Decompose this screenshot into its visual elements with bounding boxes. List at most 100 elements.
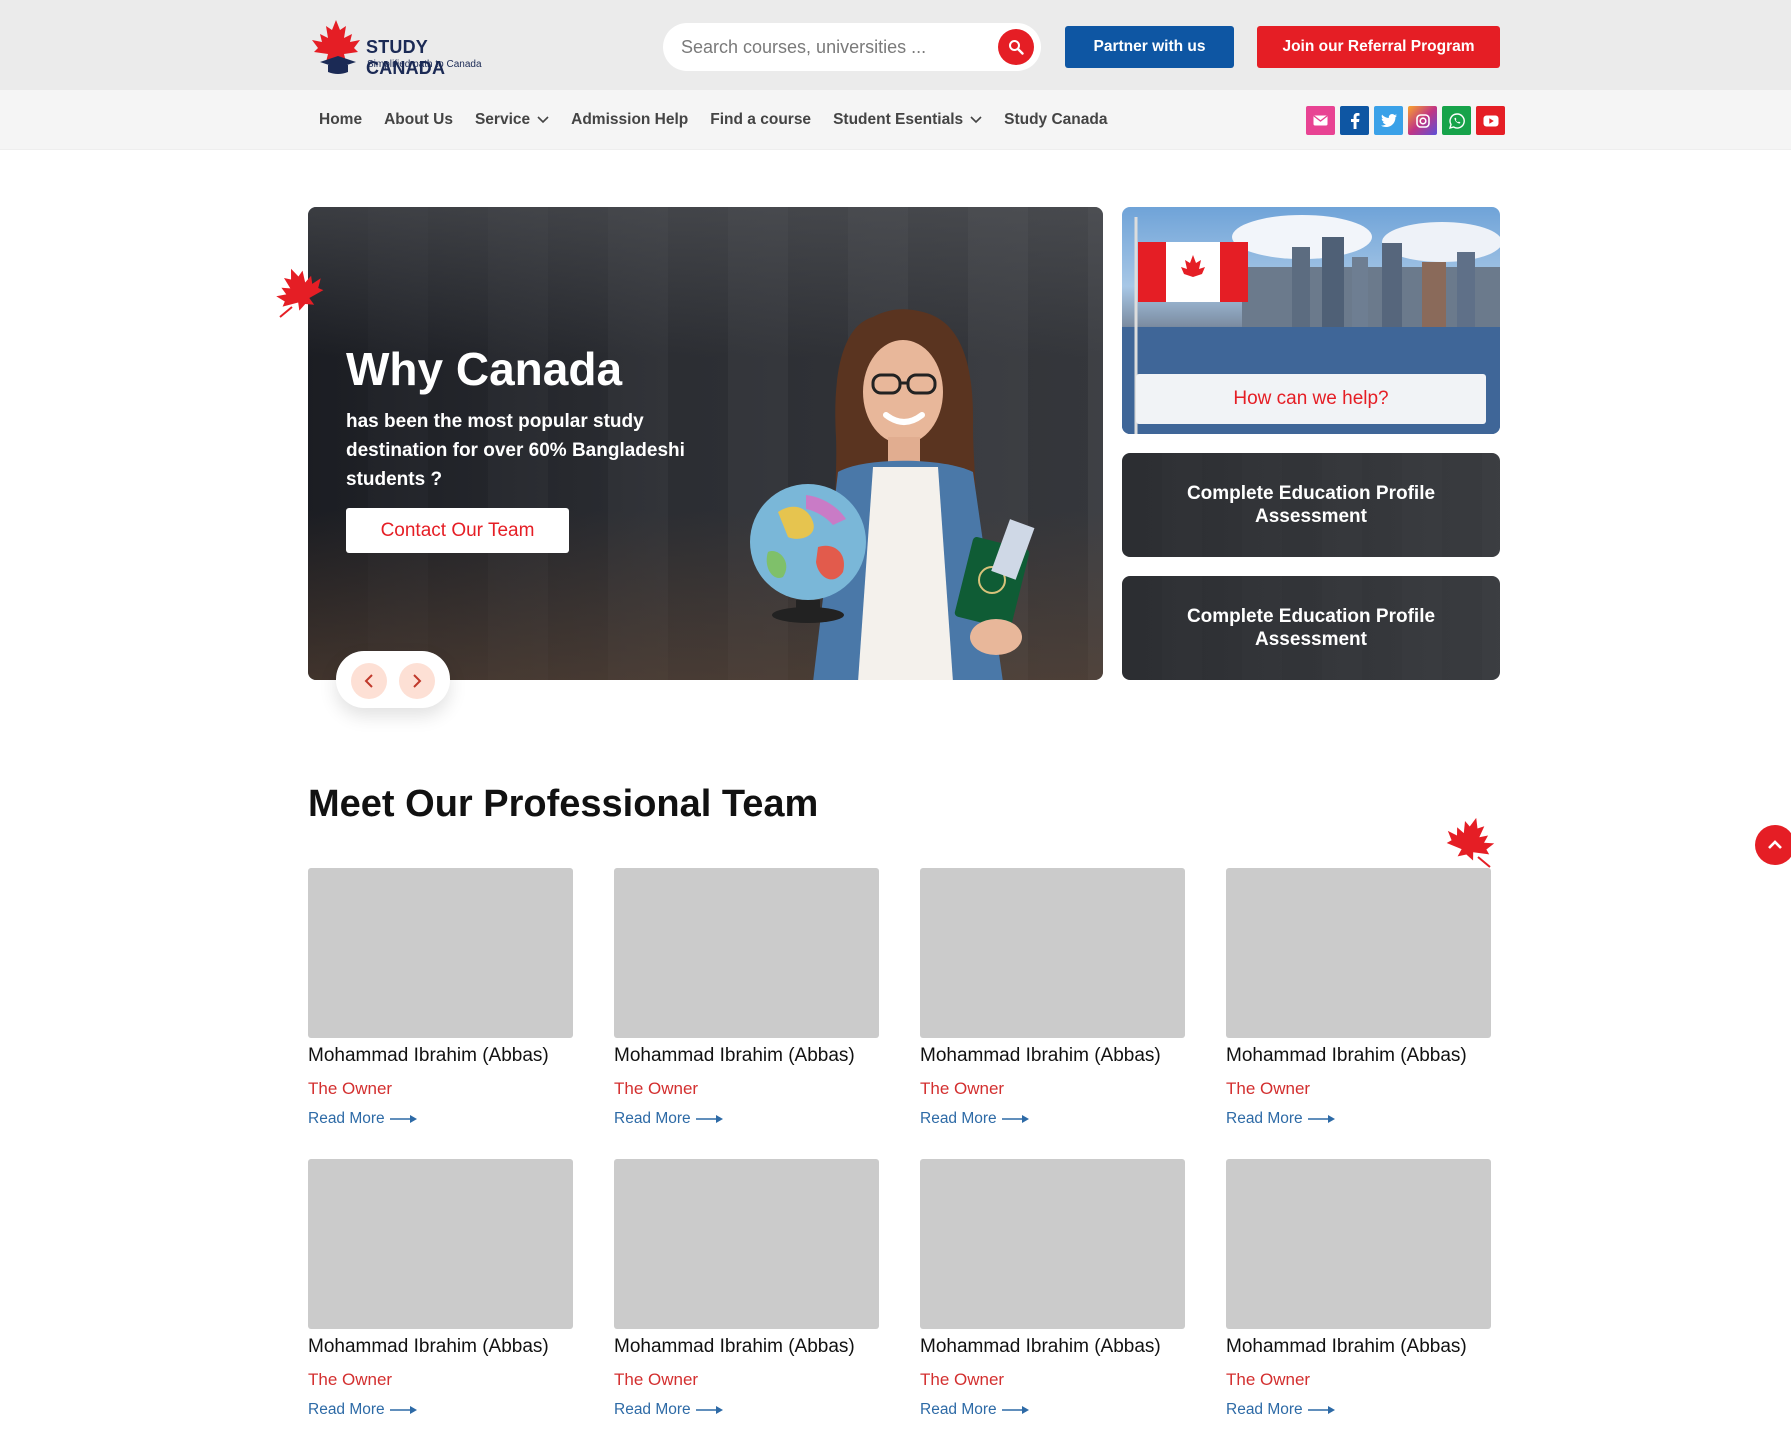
slider-controls bbox=[336, 651, 450, 708]
profile-assessment-card[interactable]: Complete Education Profile Assessment bbox=[1122, 576, 1500, 680]
arrow-right-icon bbox=[1001, 1406, 1029, 1414]
main-nav: Home About Us Service Admission Help Fin… bbox=[0, 90, 1791, 150]
arrow-right-icon bbox=[389, 1115, 417, 1123]
search-input[interactable] bbox=[681, 23, 981, 71]
team-member-photo bbox=[1226, 868, 1491, 1038]
read-more-link[interactable]: Read More bbox=[614, 1401, 879, 1419]
student-with-globe-image bbox=[750, 309, 1035, 680]
hero-description: has been the most popular study destinat… bbox=[346, 411, 685, 490]
search-button[interactable] bbox=[998, 29, 1034, 65]
chevron-down-icon bbox=[537, 116, 549, 124]
chevron-right-icon bbox=[413, 674, 422, 688]
team-member-name: Mohammad Ibrahim (Abbas) bbox=[614, 1336, 855, 1357]
hero-slide: Why Canada has been the most popular stu… bbox=[308, 207, 1103, 680]
nav-label: Find a course bbox=[710, 111, 812, 128]
team-member-card: Mohammad Ibrahim (Abbas) The Owner Read Mo… bbox=[920, 868, 1185, 1128]
team-member-role: The Owner bbox=[1226, 1370, 1311, 1389]
instagram-icon[interactable] bbox=[1408, 106, 1437, 135]
read-more-label: Read More bbox=[614, 1110, 691, 1127]
nav-item-find-course[interactable]: Find a course bbox=[699, 111, 822, 129]
team-member-name: Mohammad Ibrahim (Abbas) bbox=[308, 1045, 549, 1066]
nav-label: Home bbox=[319, 111, 363, 128]
how-can-we-help-button[interactable]: How can we help? bbox=[1136, 374, 1486, 424]
read-more-label: Read More bbox=[920, 1401, 997, 1418]
search-bar bbox=[663, 23, 1041, 71]
arrow-right-icon bbox=[389, 1406, 417, 1414]
read-more-label: Read More bbox=[1226, 1401, 1303, 1418]
nav-item-student-essentials[interactable]: Student Esentials bbox=[822, 111, 993, 129]
help-card: How can we help? bbox=[1122, 207, 1500, 434]
team-member-card: Mohammad Ibrahim (Abbas) The Owner Read Mo… bbox=[920, 1159, 1185, 1419]
team-member-card: Mohammad Ibrahim (Abbas) The Owner Read Mo… bbox=[308, 868, 573, 1128]
team-member-name: Mohammad Ibrahim (Abbas) bbox=[308, 1336, 549, 1357]
card-label: Complete Education Profile Assessment bbox=[1186, 606, 1436, 650]
nav-item-admission-help[interactable]: Admission Help bbox=[560, 111, 699, 129]
arrow-right-icon bbox=[695, 1115, 723, 1123]
team-member-name: Mohammad Ibrahim (Abbas) bbox=[920, 1045, 1161, 1066]
team-member-name: Mohammad Ibrahim (Abbas) bbox=[614, 1045, 855, 1066]
twitter-icon[interactable] bbox=[1374, 106, 1403, 135]
team-member-role: The Owner bbox=[920, 1370, 1005, 1389]
read-more-link[interactable]: Read More bbox=[308, 1401, 573, 1419]
team-member-photo bbox=[1226, 1159, 1491, 1329]
brand-tagline: Simplified path to Canada bbox=[367, 59, 482, 70]
nav-label: Study Canada bbox=[1004, 111, 1108, 128]
nav-item-service[interactable]: Service bbox=[464, 111, 560, 129]
chevron-left-icon bbox=[364, 674, 373, 688]
scroll-to-top-button[interactable] bbox=[1755, 825, 1791, 865]
team-member-name: Mohammad Ibrahim (Abbas) bbox=[920, 1336, 1161, 1357]
chevron-up-icon bbox=[1768, 840, 1782, 849]
read-more-link[interactable]: Read More bbox=[308, 1110, 573, 1128]
team-member-role: The Owner bbox=[308, 1079, 393, 1098]
read-more-link[interactable]: Read More bbox=[614, 1110, 879, 1128]
nav-label: Admission Help bbox=[571, 111, 689, 128]
nav-item-home[interactable]: Home bbox=[308, 111, 373, 129]
team-member-card: Mohammad Ibrahim (Abbas) The Owner Read Mo… bbox=[1226, 1159, 1491, 1419]
read-more-link[interactable]: Read More bbox=[920, 1110, 1185, 1128]
team-member-photo bbox=[614, 1159, 879, 1329]
nav-label: Student Esentials bbox=[833, 111, 964, 128]
hero-title: Why Canada bbox=[346, 343, 623, 395]
team-member-photo bbox=[920, 1159, 1185, 1329]
logo[interactable]: STUDY CANADA Simplified path to Canada bbox=[308, 18, 508, 78]
team-member-role: The Owner bbox=[614, 1079, 699, 1098]
whatsapp-icon[interactable] bbox=[1442, 106, 1471, 135]
arrow-right-icon bbox=[1307, 1406, 1335, 1414]
read-more-link[interactable]: Read More bbox=[1226, 1110, 1491, 1128]
nav-item-about[interactable]: About Us bbox=[373, 111, 464, 129]
card-label: Complete Education Profile Assessment bbox=[1186, 483, 1436, 527]
nav-label: Service bbox=[474, 111, 531, 128]
read-more-label: Read More bbox=[1226, 1110, 1303, 1127]
youtube-icon[interactable] bbox=[1476, 106, 1505, 135]
nav-item-study-canada[interactable]: Study Canada bbox=[993, 111, 1118, 129]
team-member-card: Mohammad Ibrahim (Abbas) The Owner Read Mo… bbox=[308, 1159, 573, 1419]
team-member-name: Mohammad Ibrahim (Abbas) bbox=[1226, 1045, 1467, 1066]
search-icon bbox=[1009, 40, 1024, 55]
contact-team-button[interactable]: Contact Our Team bbox=[346, 508, 569, 553]
maple-leaf-logo-icon bbox=[312, 20, 360, 74]
slider-prev-button[interactable] bbox=[351, 663, 387, 699]
read-more-label: Read More bbox=[614, 1401, 691, 1418]
facebook-icon[interactable] bbox=[1340, 106, 1369, 135]
read-more-link[interactable]: Read More bbox=[1226, 1401, 1491, 1419]
profile-assessment-card[interactable]: Complete Education Profile Assessment bbox=[1122, 453, 1500, 557]
team-member-name: Mohammad Ibrahim (Abbas) bbox=[1226, 1336, 1467, 1357]
arrow-right-icon bbox=[695, 1406, 723, 1414]
team-member-photo bbox=[308, 1159, 573, 1329]
read-more-label: Read More bbox=[308, 1110, 385, 1127]
team-member-photo bbox=[308, 868, 573, 1038]
maple-leaf-decoration-icon bbox=[1446, 817, 1495, 868]
referral-button[interactable]: Join our Referral Program bbox=[1257, 26, 1500, 68]
chevron-down-icon bbox=[970, 116, 982, 124]
read-more-link[interactable]: Read More bbox=[920, 1401, 1185, 1419]
partner-button[interactable]: Partner with us bbox=[1065, 26, 1234, 68]
nav-label: About Us bbox=[384, 111, 453, 128]
arrow-right-icon bbox=[1307, 1115, 1335, 1123]
maple-leaf-decoration-icon bbox=[276, 268, 324, 318]
arrow-right-icon bbox=[1001, 1115, 1029, 1123]
team-section-title: Meet Our Professional Team bbox=[308, 783, 819, 825]
team-member-card: Mohammad Ibrahim (Abbas) The Owner Read Mo… bbox=[614, 1159, 879, 1419]
slider-next-button[interactable] bbox=[399, 663, 435, 699]
social-links bbox=[1306, 106, 1505, 135]
email-icon[interactable] bbox=[1306, 106, 1335, 135]
